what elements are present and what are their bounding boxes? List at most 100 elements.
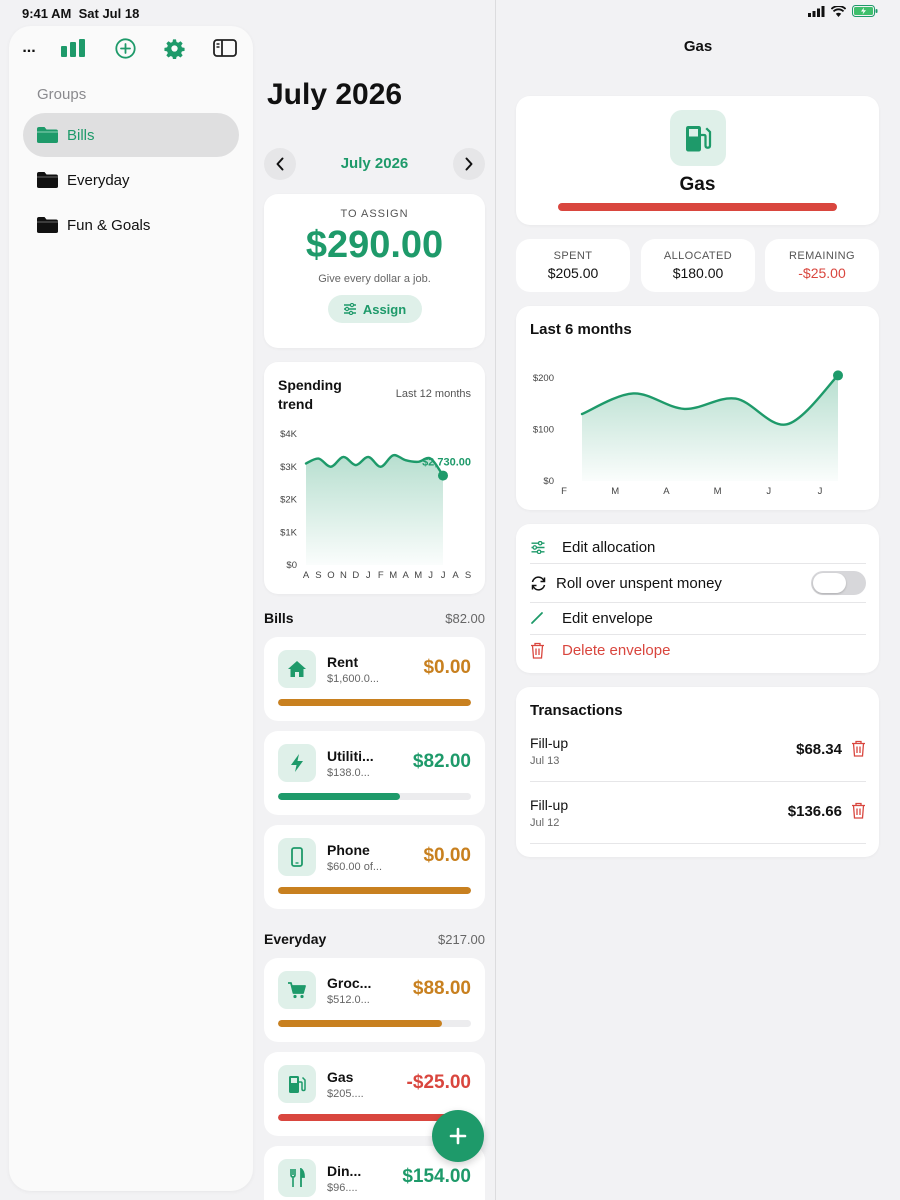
envelope-card[interactable]: Phone $60.00 of... $0.00 [264,825,485,909]
plus-icon [449,1127,467,1145]
action-label: Edit envelope [562,609,653,627]
stat-label: ALLOCATED [663,250,733,262]
x-tick-label: M [389,570,397,581]
x-tick-label: J [428,570,433,581]
divider [530,781,866,782]
edit-envelope-button[interactable]: Edit envelope [530,602,866,634]
edit-allocation-button[interactable]: Edit allocation [530,531,866,563]
highlight-label: $2,730.00 [422,457,471,469]
rollover-row: Roll over unspent money [530,567,866,599]
settings-button[interactable] [162,34,186,62]
stat-label: SPENT [553,250,593,262]
stat-allocated: ALLOCATED $180.00 [641,239,755,292]
envelope-name: Rent [327,654,359,670]
folder-icon [36,126,59,144]
next-month-button[interactable] [453,148,485,180]
last-6-months-chart: $0 $100 $200 F M A M J J [533,370,843,497]
sidebar-toggle-button[interactable] [212,34,238,62]
y-tick-label: $2K [280,495,298,506]
gear-icon [163,38,185,59]
fuel-icon [278,1065,316,1103]
envelope-subtitle: $96.... [327,1182,358,1194]
to-assign-subtitle: Give every dollar a job. [318,273,431,285]
to-assign-amount: $290.00 [305,224,444,266]
section-name: Bills [264,610,294,626]
section-header-everyday: Everyday $217.00 [264,931,485,947]
envelope-subtitle: $512.0... [327,994,370,1006]
delete-envelope-button[interactable]: Delete envelope [530,634,866,666]
transaction-name: Fill-up [530,797,569,813]
assign-button[interactable]: Assign [327,295,422,323]
x-tick-label: A [403,570,410,581]
action-label: Roll over unspent money [556,574,722,592]
x-tick-label: J [818,486,823,497]
sidebar-toolbar: ... [9,34,253,62]
rollover-toggle[interactable] [811,571,866,595]
reports-button[interactable] [60,34,86,62]
envelope-progress [278,793,471,800]
add-button[interactable] [113,34,137,62]
envelope-name: Groc... [327,975,372,991]
chevron-right-icon [465,157,473,171]
stat-value: $180.00 [672,265,724,281]
pencil-icon [530,611,548,625]
detail-title: Gas [683,38,713,55]
sidebar-item-everyday[interactable]: Everyday [23,158,239,202]
sidebar-item-bills[interactable]: Bills [23,113,239,157]
envelope-name: Gas [679,174,716,195]
sidebar-item-label: Bills [67,126,95,144]
spending-trend-chart: $0$1K$2K$3K$4KA S O N D J F M A M J J A S$2,730.00 [280,429,471,581]
envelope-amount: $0.00 [423,845,471,866]
envelope-name: Gas [327,1069,354,1085]
house-icon [278,650,316,688]
x-tick-label: M [414,570,422,581]
x-tick-label: O [327,570,334,581]
transaction-date: Jul 12 [530,817,560,829]
add-transaction-button[interactable] [432,1110,484,1162]
envelope-subtitle: $1,600.0... [327,673,379,685]
envelope-card[interactable]: Groc... $512.0... $88.00 [264,958,485,1042]
envelope-amount: $88.00 [412,978,471,999]
transaction-date: Jul 13 [530,755,560,767]
envelope-progress [278,699,471,706]
y-tick-label: $0 [286,560,297,571]
x-tick-label: M [714,486,722,497]
stat-remaining: REMAINING -$25.00 [765,239,879,292]
page-title: July 2026 [267,78,403,111]
wifi-icon [831,5,846,17]
envelope-name: Phone [327,842,370,858]
x-tick-label: S [465,570,471,581]
month-navigator: July 2026 [264,148,485,180]
groups-heading: Groups [37,86,87,103]
envelope-card[interactable]: Rent $1,600.0... $0.00 [264,637,485,721]
x-tick-label: A [663,486,670,497]
delete-transaction-button[interactable] [851,802,866,824]
delete-transaction-button[interactable] [851,740,866,762]
section-total: $82.00 [445,611,485,626]
sidebar-item-fun-goals[interactable]: Fun & Goals [23,203,239,247]
more-button[interactable]: ... [21,34,37,62]
envelope-subtitle: $60.00 of... [327,861,383,873]
section-total: $217.00 [438,932,485,947]
spending-trend-card: Spending trend Last 12 months $0 $1K $2K $3… [264,362,485,594]
x-tick-label: F [378,570,384,581]
envelope-amount: $82.00 [412,751,471,772]
sidebar: ... Groups Bills Everyday Fun & Goals [9,26,253,1191]
x-tick-label: A [303,570,310,581]
bolt-icon [278,744,316,782]
envelope-progress [278,1020,471,1027]
section-header-bills: Bills $82.00 [264,610,485,626]
envelope-name: Utiliti... [327,748,374,764]
transaction-name: Fill-up [530,735,569,751]
envelope-card[interactable]: Utiliti... $138.0... $82.00 [264,731,485,815]
last-point [833,370,843,381]
sidebar-item-label: Everyday [67,171,130,189]
assign-button-label: Assign [362,301,407,317]
phone-icon [278,838,316,876]
envelope-name: Din... [327,1163,362,1179]
stat-spent: SPENT $205.00 [516,239,630,292]
envelope-subtitle: $138.0... [327,767,370,779]
transaction-amount: $136.66 [787,803,842,820]
x-tick-label: S [315,570,321,581]
divider [530,563,866,564]
